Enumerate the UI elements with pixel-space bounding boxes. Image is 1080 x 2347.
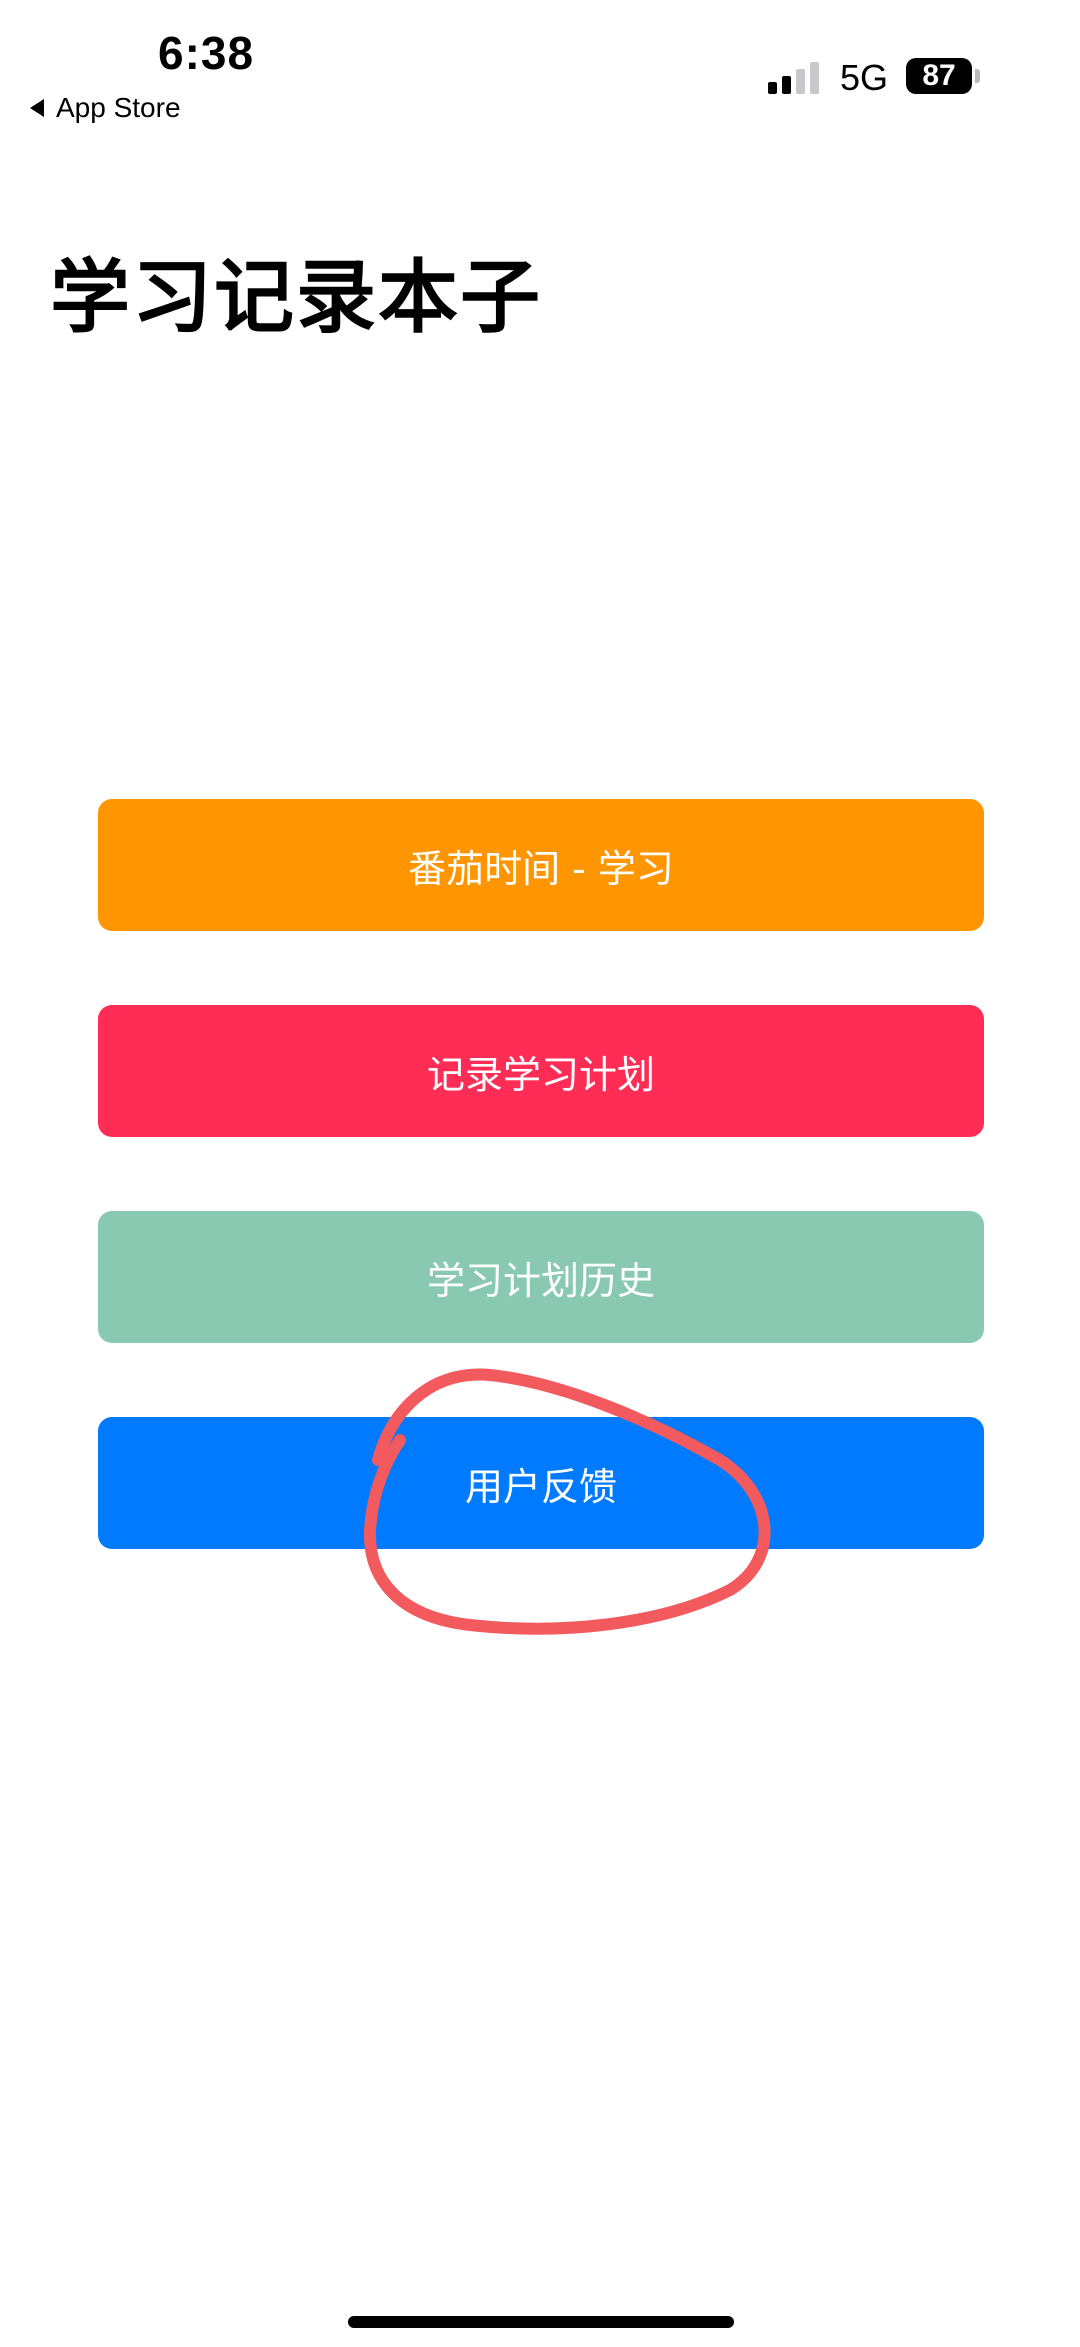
user-feedback-button[interactable]: 用户反馈 xyxy=(98,1417,984,1549)
battery-cap xyxy=(975,69,980,83)
record-study-plan-label: 记录学习计划 xyxy=(426,1052,655,1097)
cellular-signal-icon xyxy=(768,62,820,94)
signal-bar xyxy=(782,76,791,94)
user-feedback-label: 用户反馈 xyxy=(464,1464,617,1509)
signal-bar xyxy=(810,62,819,94)
record-study-plan-button[interactable]: 记录学习计划 xyxy=(98,1005,984,1137)
study-plan-history-button[interactable]: 学习计划历史 xyxy=(98,1211,984,1343)
back-triangle-icon xyxy=(30,99,44,117)
study-plan-history-label: 学习计划历史 xyxy=(426,1258,655,1303)
annotation-circle xyxy=(363,1368,771,1635)
signal-bar xyxy=(768,82,777,94)
back-to-app-store-link[interactable]: App Store xyxy=(30,94,181,122)
status-time: 6:38 xyxy=(158,27,255,79)
pomodoro-study-button[interactable]: 番茄时间 - 学习 xyxy=(98,799,984,931)
home-indicator[interactable] xyxy=(348,2316,734,2328)
network-type: 5G xyxy=(840,57,889,98)
battery-icon: 87 xyxy=(906,58,972,94)
back-link-label: App Store xyxy=(56,92,181,123)
pomodoro-study-label: 番茄时间 - 学习 xyxy=(408,846,674,891)
signal-bar xyxy=(796,69,805,94)
page-title: 学习记录本子 xyxy=(50,251,542,344)
battery-level: 87 xyxy=(922,59,956,92)
